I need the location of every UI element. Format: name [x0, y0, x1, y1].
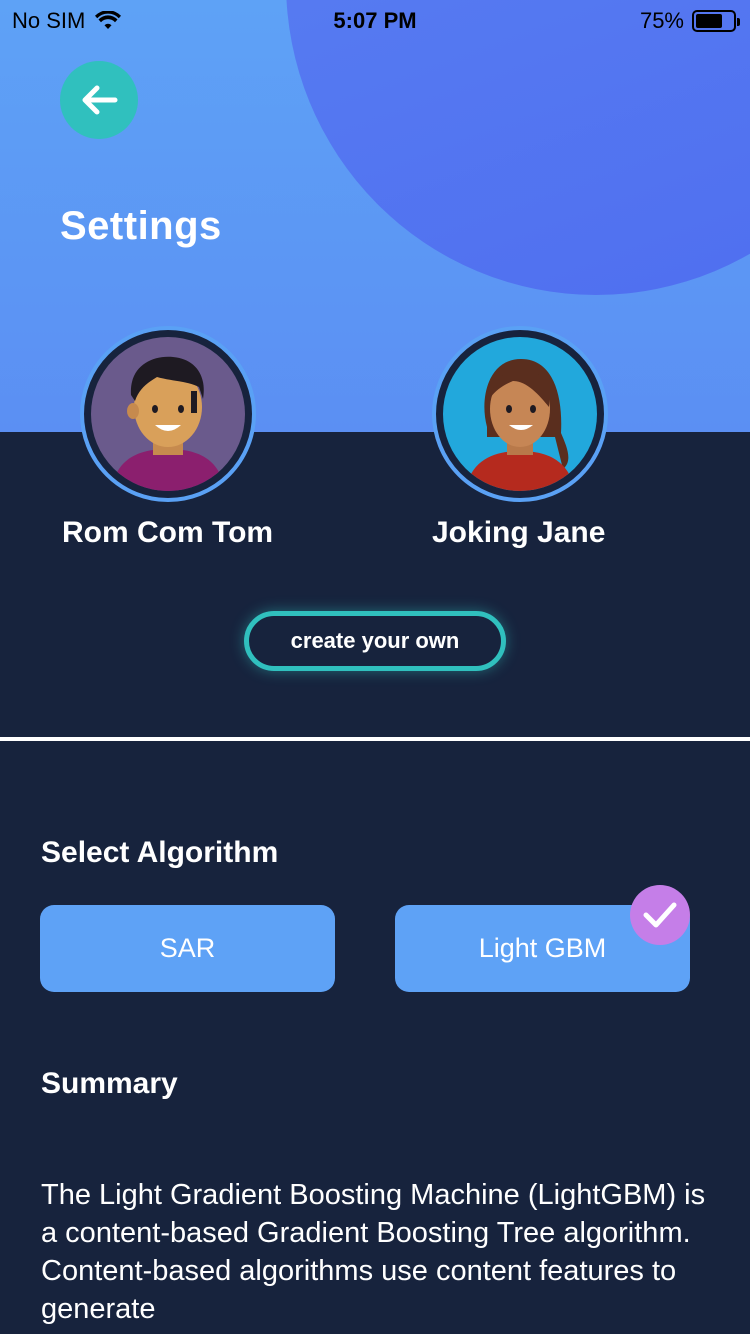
- status-time: 5:07 PM: [333, 8, 417, 33]
- summary-text: The Light Gradient Boosting Machine (Lig…: [41, 1179, 706, 1325]
- selected-check-badge: [630, 885, 690, 945]
- avatar: [91, 337, 245, 491]
- checkmark-icon: [643, 902, 677, 928]
- persona-name: Rom Com Tom: [62, 516, 274, 549]
- persona-rom-com-tom[interactable]: [78, 326, 258, 502]
- create-your-own-button[interactable]: create your own: [244, 611, 506, 671]
- arrow-left-icon: [82, 85, 118, 115]
- section-divider: [0, 737, 750, 741]
- summary-heading: Summary: [41, 1067, 178, 1100]
- back-button[interactable]: [60, 61, 138, 139]
- avatar-ring: [80, 326, 256, 502]
- battery-percent: 75%: [639, 8, 684, 33]
- page-title: Settings: [60, 204, 222, 248]
- status-bar: No SIM 5:07 PM 75%: [0, 0, 750, 40]
- algorithm-option-sar[interactable]: SAR: [40, 905, 335, 992]
- avatar-ring: [432, 326, 608, 502]
- persona-joking-jane[interactable]: [430, 326, 610, 502]
- battery-icon: [692, 10, 740, 32]
- persona-name: Joking Jane: [432, 516, 606, 549]
- decorative-circle: [286, 0, 750, 295]
- battery-level: [696, 14, 722, 28]
- man-avatar-icon: [91, 337, 245, 491]
- avatar: [443, 337, 597, 491]
- select-algorithm-heading: Select Algorithm: [41, 836, 279, 869]
- woman-avatar-icon: [443, 337, 597, 491]
